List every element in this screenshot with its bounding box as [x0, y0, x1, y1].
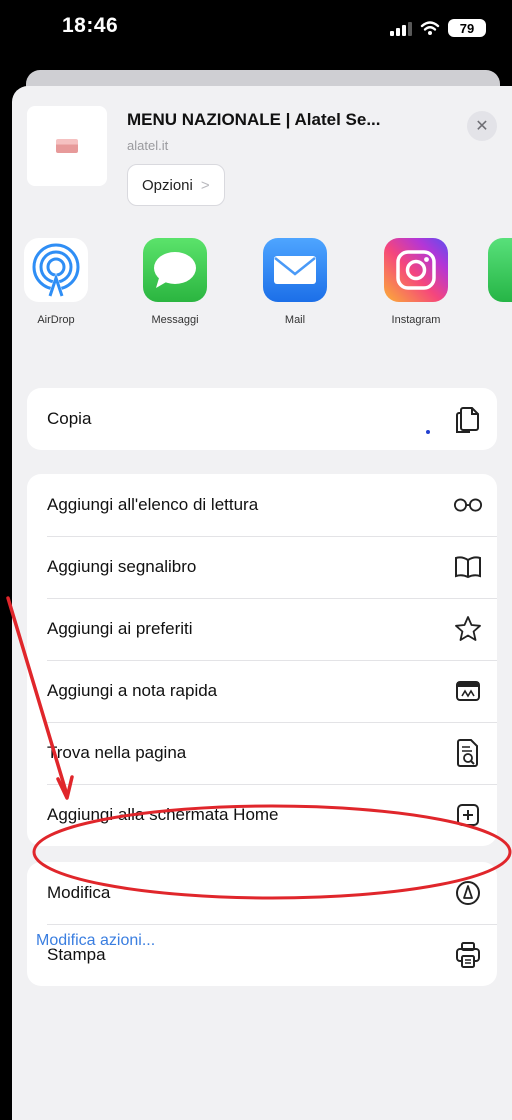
chevron-right-icon: >: [200, 176, 210, 194]
action-label: Modifica: [47, 883, 111, 902]
copy-group: Copia: [27, 388, 497, 450]
action-label: Aggiungi ai preferiti: [47, 619, 193, 638]
glasses-icon: [453, 490, 483, 520]
whatsapp-icon: [488, 238, 512, 302]
share-sheet: MENU NAZIONALE | Alatel Se... alatel.it …: [12, 86, 512, 1120]
action-find-in-page[interactable]: Trova nella pagina: [27, 722, 497, 784]
action-copy[interactable]: Copia: [27, 388, 497, 450]
app-instagram[interactable]: Instagram: [364, 238, 468, 326]
share-header: MENU NAZIONALE | Alatel Se... alatel.it …: [12, 86, 512, 236]
mail-icon: [263, 238, 327, 302]
signal-icon: [390, 20, 412, 36]
messages-icon: [143, 238, 207, 302]
action-label: Aggiungi segnalibro: [47, 557, 197, 576]
app-airdrop[interactable]: AirDrop: [12, 238, 108, 326]
site-logo: [56, 139, 78, 153]
action-label: Aggiungi a nota rapida: [47, 681, 218, 700]
find-in-page-icon: [453, 738, 483, 768]
page-thumbnail: [27, 106, 107, 186]
printer-icon: [453, 940, 483, 970]
add-square-icon: [453, 800, 483, 830]
status-icons: 79: [390, 18, 486, 38]
action-add-favorites[interactable]: Aggiungi ai preferiti: [27, 598, 497, 660]
status-time: 18:46: [62, 14, 119, 37]
action-reading-list[interactable]: Aggiungi all'elenco di lettura: [27, 474, 497, 536]
page-domain: alatel.it: [127, 138, 169, 153]
app-messages[interactable]: Messaggi: [123, 238, 227, 326]
app-label: Mail: [284, 314, 306, 326]
book-icon: [453, 552, 483, 582]
action-label: Copia: [47, 409, 92, 428]
action-label: Aggiungi alla schermata Home: [47, 805, 279, 824]
options-button[interactable]: Opzioni >: [127, 164, 225, 206]
battery-indicator: 79: [448, 19, 486, 37]
edit-actions-link[interactable]: Modifica azioni...: [36, 932, 155, 950]
page-title: MENU NAZIONALE | Alatel Se...: [127, 110, 381, 129]
options-label: Opzioni: [142, 176, 193, 194]
actions-group: Aggiungi all'elenco di lettura Aggiungi …: [27, 474, 497, 846]
app-label: AirDrop: [37, 314, 75, 326]
status-bar: 18:46 79: [0, 0, 512, 70]
wifi-icon: [420, 21, 440, 35]
quick-note-icon: [453, 676, 483, 706]
app-mail[interactable]: Mail: [243, 238, 347, 326]
copy-icon: [453, 404, 483, 434]
app-whatsapp[interactable]: W: [468, 238, 512, 326]
app-label: W: [468, 314, 512, 326]
instagram-icon: [384, 238, 448, 302]
action-add-to-home-screen[interactable]: Aggiungi alla schermata Home: [27, 784, 497, 846]
app-label: Messaggi: [151, 314, 199, 326]
star-icon: [453, 614, 483, 644]
action-quick-note[interactable]: Aggiungi a nota rapida: [27, 660, 497, 722]
markup-pen-icon: [453, 878, 483, 908]
share-apps-row: AirDrop Messaggi Mail Instagram: [12, 238, 512, 358]
action-label: Trova nella pagina: [47, 743, 187, 762]
airdrop-icon: [24, 238, 88, 302]
edit-group: Modifica Stampa: [27, 862, 497, 986]
close-button[interactable]: ✕: [467, 111, 497, 141]
action-add-bookmark[interactable]: Aggiungi segnalibro: [27, 536, 497, 598]
action-markup[interactable]: Modifica: [27, 862, 497, 924]
action-label: Aggiungi all'elenco di lettura: [47, 495, 259, 514]
app-label: Instagram: [391, 314, 441, 326]
